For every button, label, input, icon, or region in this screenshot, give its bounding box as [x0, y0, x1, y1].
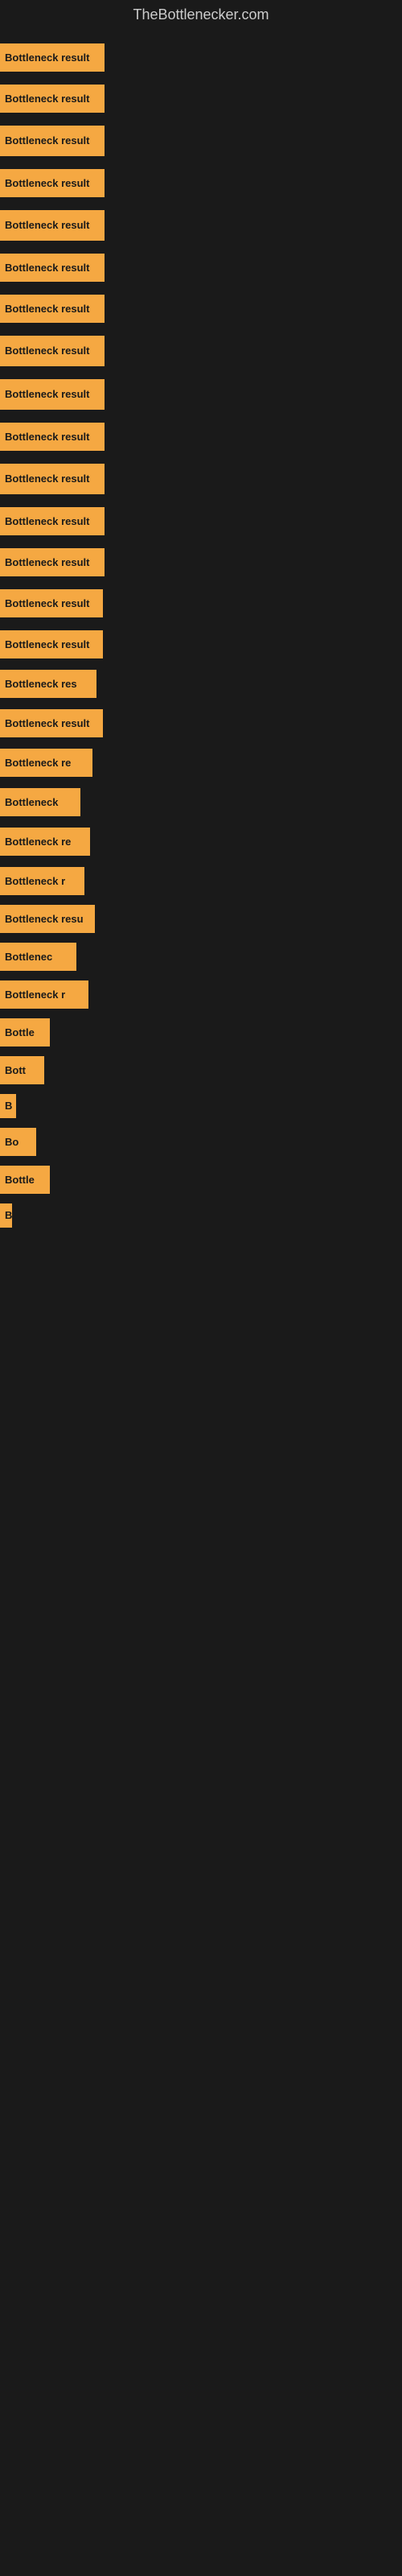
list-item: Bottleneck result [0, 376, 402, 413]
list-item: Bottleneck result [0, 586, 402, 621]
list-item: Bottleneck r [0, 977, 402, 1012]
list-item: Bottleneck result [0, 81, 402, 116]
bottleneck-label: Bottleneck result [0, 254, 105, 282]
list-item: Bottleneck result [0, 332, 402, 369]
list-item: Bottleneck result [0, 545, 402, 580]
bottleneck-label: Bottle [0, 1018, 50, 1046]
bottleneck-label: Bottleneck result [0, 169, 105, 197]
bottleneck-label: Bottle [0, 1166, 50, 1194]
list-item: Bottleneck result [0, 504, 402, 539]
bottleneck-label: Bottleneck res [0, 670, 96, 698]
list-item: B [0, 1200, 402, 1231]
bottleneck-label: Bottlenec [0, 943, 76, 971]
bottleneck-label: Bottleneck result [0, 43, 105, 72]
bottleneck-label: Bottleneck result [0, 630, 103, 658]
list-item: Bottleneck result [0, 122, 402, 159]
list-item: Bottleneck result [0, 250, 402, 285]
list-item: Bottleneck result [0, 460, 402, 497]
bottleneck-label: B [0, 1203, 12, 1228]
items-container: Bottleneck result Bottleneck result Bottle… [0, 30, 402, 1238]
bottleneck-label: Bottleneck result [0, 295, 105, 323]
bottleneck-label: Bo [0, 1128, 36, 1156]
list-item: Bottleneck re [0, 824, 402, 859]
bottleneck-label: Bottleneck result [0, 210, 105, 241]
list-item: Bottleneck result [0, 419, 402, 454]
list-item: Bottle [0, 1015, 402, 1050]
bottleneck-label: Bottleneck resu [0, 905, 95, 933]
bottleneck-label: Bottleneck [0, 788, 80, 816]
list-item: Bottleneck [0, 785, 402, 819]
list-item: Bottleneck result [0, 291, 402, 326]
bottleneck-label: Bottleneck r [0, 980, 88, 1009]
bottleneck-label: Bottleneck result [0, 126, 105, 156]
list-item: Bottleneck result [0, 207, 402, 244]
bottleneck-label: Bottleneck result [0, 379, 105, 410]
bottleneck-label: Bottleneck re [0, 749, 92, 777]
list-item: Bottleneck result [0, 166, 402, 200]
bottleneck-label: Bott [0, 1056, 44, 1084]
bottleneck-label: Bottleneck result [0, 507, 105, 535]
list-item: Bottleneck result [0, 627, 402, 662]
list-item: Bottleneck res [0, 667, 402, 701]
list-item: Bottleneck resu [0, 902, 402, 936]
bottleneck-label: Bottleneck result [0, 85, 105, 113]
list-item: B [0, 1091, 402, 1121]
bottleneck-label: Bottleneck result [0, 336, 105, 366]
list-item: Bo [0, 1125, 402, 1159]
bottleneck-label: Bottleneck result [0, 464, 105, 494]
bottleneck-label: Bottleneck result [0, 423, 105, 451]
bottleneck-label: Bottleneck result [0, 589, 103, 617]
list-item: Bottleneck result [0, 706, 402, 741]
bottleneck-label: Bottleneck result [0, 709, 103, 737]
bottleneck-label: Bottleneck result [0, 548, 105, 576]
bottleneck-label: B [0, 1094, 16, 1118]
list-item: Bottleneck r [0, 864, 402, 898]
list-item: Bottleneck result [0, 40, 402, 75]
list-item: Bottleneck re [0, 745, 402, 780]
bottleneck-label: Bottleneck r [0, 867, 84, 895]
bottleneck-label: Bottleneck re [0, 828, 90, 856]
list-item: Bott [0, 1053, 402, 1088]
site-title: TheBottlenecker.com [0, 0, 402, 30]
list-item: Bottle [0, 1162, 402, 1197]
list-item: Bottlenec [0, 939, 402, 974]
